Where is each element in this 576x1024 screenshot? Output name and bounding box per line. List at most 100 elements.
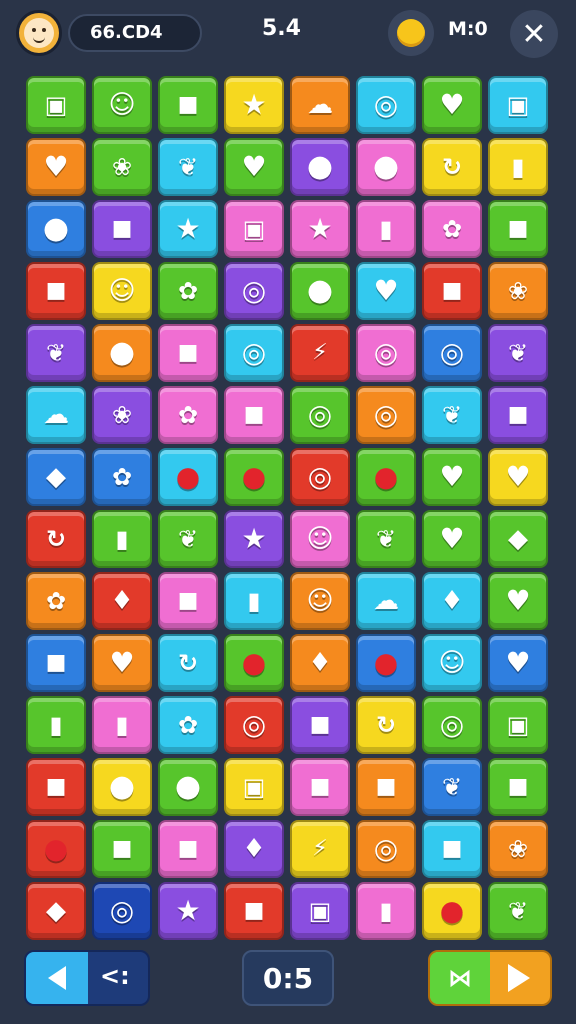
tile-orange[interactable] (92, 324, 152, 382)
tile-cyan[interactable] (356, 76, 416, 134)
tile-red[interactable] (26, 262, 86, 320)
play-icon[interactable] (508, 964, 530, 992)
tile-green[interactable] (290, 386, 350, 444)
tile-yellow[interactable] (356, 696, 416, 754)
tile-pink[interactable] (158, 820, 218, 878)
tile-pink[interactable] (422, 200, 482, 258)
tile-pink[interactable] (356, 138, 416, 196)
tile-green[interactable] (224, 138, 284, 196)
tile-navy[interactable] (92, 882, 152, 940)
tile-pink[interactable] (158, 572, 218, 630)
tile-red[interactable] (422, 262, 482, 320)
tile-orange[interactable] (488, 262, 548, 320)
tile-cyan[interactable] (422, 386, 482, 444)
back-arrow-icon[interactable] (26, 952, 88, 1004)
tile-green[interactable] (224, 634, 284, 692)
tile-orange[interactable] (488, 820, 548, 878)
tile-purple[interactable] (488, 386, 548, 444)
tile-pink[interactable] (290, 758, 350, 816)
tile-cyan[interactable] (224, 324, 284, 382)
tile-green[interactable] (158, 758, 218, 816)
tile-green[interactable] (488, 572, 548, 630)
tile-purple[interactable] (92, 200, 152, 258)
tile-cyan[interactable] (422, 820, 482, 878)
tile-green[interactable] (422, 448, 482, 506)
tile-pink[interactable] (224, 200, 284, 258)
tile-blue[interactable] (26, 200, 86, 258)
tile-purple[interactable] (224, 820, 284, 878)
tile-green[interactable] (488, 200, 548, 258)
tile-purple[interactable] (92, 386, 152, 444)
tile-green[interactable] (92, 76, 152, 134)
tile-yellow[interactable] (224, 76, 284, 134)
tile-cyan[interactable] (26, 386, 86, 444)
tile-purple[interactable] (158, 882, 218, 940)
tile-red[interactable] (26, 510, 86, 568)
tile-orange[interactable] (290, 634, 350, 692)
tile-blue[interactable] (488, 634, 548, 692)
skip-icon[interactable]: ⋈ (430, 952, 490, 1004)
tile-cyan[interactable] (422, 634, 482, 692)
tile-red[interactable] (26, 758, 86, 816)
tile-purple[interactable] (290, 696, 350, 754)
tile-cyan[interactable] (158, 138, 218, 196)
tile-pink[interactable] (158, 386, 218, 444)
tile-purple[interactable] (290, 138, 350, 196)
tile-yellow[interactable] (92, 758, 152, 816)
tile-cyan[interactable] (488, 76, 548, 134)
tile-yellow[interactable] (224, 758, 284, 816)
tile-orange[interactable] (356, 820, 416, 878)
tile-green[interactable] (224, 448, 284, 506)
tile-green[interactable] (158, 510, 218, 568)
tile-red[interactable] (290, 324, 350, 382)
tile-red[interactable] (26, 882, 86, 940)
tile-red[interactable] (290, 448, 350, 506)
tile-pink[interactable] (290, 510, 350, 568)
gold-coin-button[interactable] (388, 10, 434, 56)
tile-pink[interactable] (158, 324, 218, 382)
tile-blue[interactable] (26, 634, 86, 692)
tile-cyan[interactable] (356, 572, 416, 630)
undo-button[interactable]: <: (100, 962, 130, 990)
tile-pink[interactable] (356, 200, 416, 258)
tile-yellow[interactable] (488, 448, 548, 506)
tile-red[interactable] (26, 820, 86, 878)
tile-orange[interactable] (26, 138, 86, 196)
tile-cyan[interactable] (158, 634, 218, 692)
tile-green[interactable] (356, 510, 416, 568)
tile-blue[interactable] (422, 324, 482, 382)
tile-blue[interactable] (422, 758, 482, 816)
tile-green[interactable] (356, 448, 416, 506)
tile-orange[interactable] (92, 634, 152, 692)
tile-pink[interactable] (356, 882, 416, 940)
tile-purple[interactable] (290, 882, 350, 940)
tile-pink[interactable] (224, 386, 284, 444)
tile-yellow[interactable] (488, 138, 548, 196)
tile-red[interactable] (224, 882, 284, 940)
tile-orange[interactable] (290, 572, 350, 630)
tile-green[interactable] (488, 882, 548, 940)
avatar[interactable] (16, 10, 62, 56)
tile-yellow[interactable] (92, 262, 152, 320)
tile-green[interactable] (26, 76, 86, 134)
tile-green[interactable] (422, 76, 482, 134)
tile-blue[interactable] (92, 448, 152, 506)
tile-blue[interactable] (26, 448, 86, 506)
play-control[interactable]: ⋈ (428, 950, 552, 1006)
tile-orange[interactable] (26, 572, 86, 630)
tile-green[interactable] (26, 696, 86, 754)
tile-orange[interactable] (356, 758, 416, 816)
tile-green[interactable] (488, 510, 548, 568)
tile-red[interactable] (224, 696, 284, 754)
tile-yellow[interactable] (422, 882, 482, 940)
tile-green[interactable] (158, 262, 218, 320)
tile-purple[interactable] (224, 262, 284, 320)
tile-red[interactable] (92, 572, 152, 630)
tile-green[interactable] (488, 758, 548, 816)
tile-cyan[interactable] (422, 572, 482, 630)
tile-green[interactable] (488, 696, 548, 754)
tile-orange[interactable] (356, 386, 416, 444)
tile-yellow[interactable] (290, 820, 350, 878)
tile-cyan[interactable] (224, 572, 284, 630)
tile-pink[interactable] (92, 696, 152, 754)
